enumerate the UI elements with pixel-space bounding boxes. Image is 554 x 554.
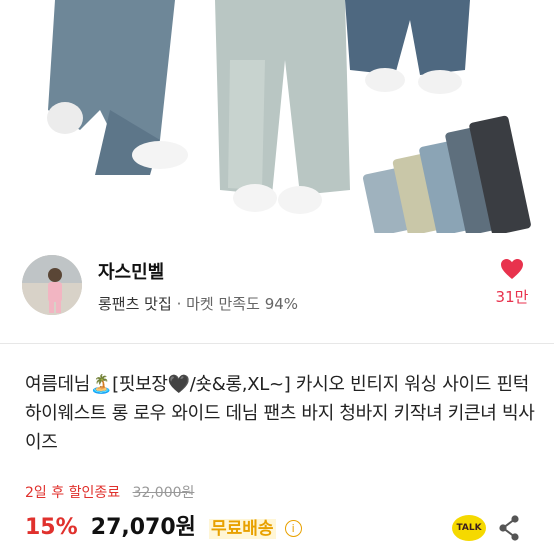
satisfaction-label: 마켓 만족도: [186, 295, 260, 313]
sale-info: 2일 후 할인종료 32,000원: [25, 482, 194, 502]
kakao-talk-icon[interactable]: TALK: [452, 515, 486, 541]
meta-separator: ·: [176, 295, 182, 313]
sale-price: 27,070원: [90, 515, 196, 540]
seller-meta: 롱팬츠 맛집 · 마켓 만족도 94%: [98, 293, 298, 314]
shipping-badge: 무료배송: [209, 519, 276, 539]
like-count: 31만: [495, 288, 529, 306]
share-icon[interactable]: [497, 514, 521, 542]
sale-end-text: 2일 후 할인종료: [25, 485, 121, 501]
seller-category: 롱팬츠 맛집: [98, 295, 172, 313]
original-price: 32,000원: [132, 485, 195, 501]
section-divider: [0, 343, 554, 344]
satisfaction-value: 94%: [264, 295, 299, 313]
product-title: 여름데님🏝️[핏보장🖤/숏&롱,XL~] 카시오 빈티지 워싱 사이드 핀턱 하…: [25, 374, 535, 453]
seller-avatar[interactable]: [22, 255, 82, 315]
like-button[interactable]: 31만: [492, 258, 532, 307]
seller-section: [0, 233, 554, 344]
product-photo[interactable]: [0, 0, 554, 233]
discount-rate: 15%: [25, 515, 78, 540]
price-row: 15% 27,070원 무료배송 i: [25, 509, 302, 543]
seller-name[interactable]: 자스민벨: [98, 258, 164, 284]
heart-icon: [501, 259, 523, 279]
info-icon[interactable]: i: [284, 520, 302, 537]
